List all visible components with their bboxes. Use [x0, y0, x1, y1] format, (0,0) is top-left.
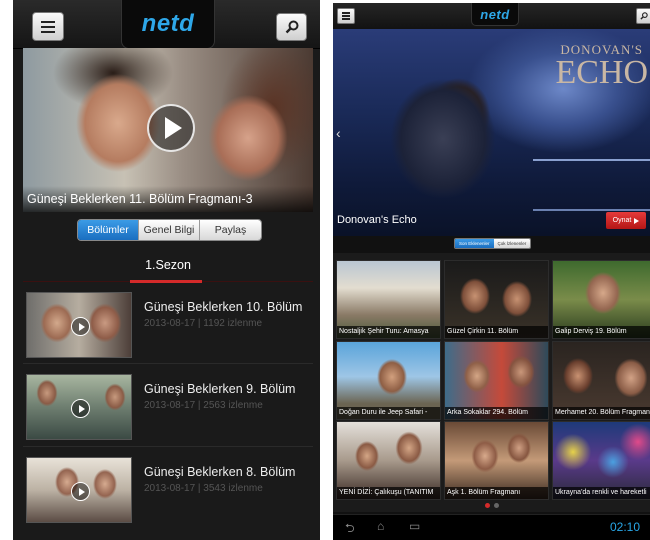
tab-son-eklenenler[interactable]: Son Eklenenler	[455, 239, 494, 248]
season-underline	[130, 280, 202, 283]
video-title: Arka Sokaklar 294. Bölüm	[445, 407, 548, 419]
play-icon	[165, 117, 182, 139]
hamburger-icon	[342, 12, 350, 20]
android-nav-bar: ⮌ ⌂ ▭ 02:10	[333, 514, 650, 540]
netd-logo: netd	[121, 0, 215, 49]
episode-title: Güneşi Beklerken 10. Bölüm	[144, 300, 303, 314]
video-tile[interactable]: Merhamet 20. Bölüm Fragmanı	[552, 341, 650, 420]
tab-genel-bilgi[interactable]: Genel Bilgi	[138, 220, 199, 240]
play-icon	[634, 217, 640, 224]
featured-video[interactable]: Güneşi Beklerken 11. Bölüm Fragmanı-3	[23, 48, 313, 212]
page-indicator	[485, 503, 499, 508]
video-title: Güzel Çirkin 11. Bölüm	[445, 326, 548, 338]
divider	[23, 446, 313, 447]
episode-meta: 2013-08-17 | 3543 izlenme	[144, 483, 263, 494]
play-icon	[71, 482, 90, 501]
banner-artwork	[533, 159, 650, 211]
netd-logo: netd	[471, 3, 519, 26]
play-label: Oynat	[612, 217, 632, 224]
home-icon[interactable]: ⌂	[377, 519, 384, 533]
episode-thumbnail	[26, 374, 132, 440]
tablet-screen: netd DONOVAN'S ECHO ‹ Donovan's Echo Oyn…	[333, 3, 650, 540]
episode-list-item[interactable]: Güneşi Beklerken 9. Bölüm 2013-08-17 | 2…	[23, 372, 313, 442]
episode-list-item[interactable]: Güneşi Beklerken 8. Bölüm 2013-08-17 | 3…	[23, 455, 313, 525]
video-tile[interactable]: YENİ DİZİ: Çalıkuşu (TANITIM	[336, 421, 441, 500]
episode-thumbnail	[26, 292, 132, 358]
video-title: Galip Derviş 19. Bölüm	[553, 326, 650, 338]
episode-title: Güneşi Beklerken 8. Bölüm	[144, 465, 296, 479]
page-dot[interactable]	[494, 503, 499, 508]
episode-thumbnail	[26, 457, 132, 523]
video-tile[interactable]: Galip Derviş 19. Bölüm	[552, 260, 650, 339]
tab-paylas[interactable]: Paylaş	[199, 220, 261, 240]
phone-top-bar: netd	[13, 0, 320, 49]
video-title: YENİ DİZİ: Çalıkuşu (TANITIM	[337, 487, 440, 499]
banner-brand: DONOVAN'S ECHO	[555, 42, 648, 91]
brand-text: netd	[480, 6, 510, 22]
video-tile[interactable]: Güzel Çirkin 11. Bölüm	[444, 260, 549, 339]
divider	[23, 363, 313, 364]
play-button[interactable]: Oynat	[606, 212, 646, 229]
tab-bolumler[interactable]: Bölümler	[78, 220, 138, 240]
season-label: 1.Sezon	[145, 258, 191, 272]
video-tile[interactable]: Aşk 1. Bölüm Fragmanı	[444, 421, 549, 500]
video-tile[interactable]: Nostaljik Şehir Turu: Amasya	[336, 260, 441, 339]
video-title: Ukrayna'da renkli ve hareketli	[553, 487, 650, 499]
season-header[interactable]: 1.Sezon	[23, 252, 313, 282]
status-time: 02:10	[609, 520, 640, 534]
episode-meta: 2013-08-17 | 1192 izlenme	[144, 318, 263, 329]
play-button[interactable]	[147, 104, 195, 152]
phone-screen: netd Güneşi Beklerken 11. Bölüm Fragmanı…	[13, 0, 320, 540]
episode-list-item[interactable]: Güneşi Beklerken 10. Bölüm 2013-08-17 | …	[23, 290, 313, 360]
recent-apps-icon[interactable]: ▭	[409, 519, 420, 533]
play-icon	[71, 317, 90, 336]
video-tile[interactable]: Ukrayna'da renkli ve hareketli	[552, 421, 650, 500]
back-icon[interactable]: ⮌	[345, 519, 355, 540]
hamburger-icon	[41, 20, 55, 33]
phone-tab-bar: Bölümler Genel Bilgi Paylaş	[77, 219, 262, 241]
page-dot-active[interactable]	[485, 503, 490, 508]
video-tile[interactable]: Arka Sokaklar 294. Bölüm	[444, 341, 549, 420]
episode-title: Güneşi Beklerken 9. Bölüm	[144, 382, 296, 396]
tablet-tab-bar: Son Eklenenler Çok İzlenenler	[454, 238, 532, 249]
tab-cok-izlenenler[interactable]: Çok İzlenenler	[493, 239, 531, 248]
featured-banner-title: Donovan's Echo	[337, 214, 417, 226]
chevron-left-icon[interactable]: ‹	[336, 125, 341, 141]
magnifier-icon	[285, 20, 298, 34]
video-title: Aşk 1. Bölüm Fragmanı	[445, 487, 548, 499]
featured-video-title: Güneşi Beklerken 11. Bölüm Fragmanı-3	[23, 186, 313, 212]
video-title: Nostaljik Şehir Turu: Amasya	[337, 326, 440, 338]
video-title: Merhamet 20. Bölüm Fragmanı	[553, 407, 650, 419]
brand-text: netd	[141, 10, 195, 37]
magnifier-icon	[640, 12, 648, 20]
video-tile[interactable]: Doğan Duru ile Jeep Safari -	[336, 341, 441, 420]
play-icon	[71, 399, 90, 418]
episode-meta: 2013-08-17 | 2563 izlenme	[144, 400, 263, 411]
tablet-top-bar: netd	[333, 3, 650, 30]
search-button[interactable]	[276, 13, 307, 41]
search-button[interactable]	[636, 8, 650, 24]
menu-button[interactable]	[32, 12, 64, 41]
menu-button[interactable]	[337, 8, 355, 24]
featured-banner[interactable]: DONOVAN'S ECHO ‹	[333, 29, 650, 236]
video-title: Doğan Duru ile Jeep Safari -	[337, 407, 440, 419]
